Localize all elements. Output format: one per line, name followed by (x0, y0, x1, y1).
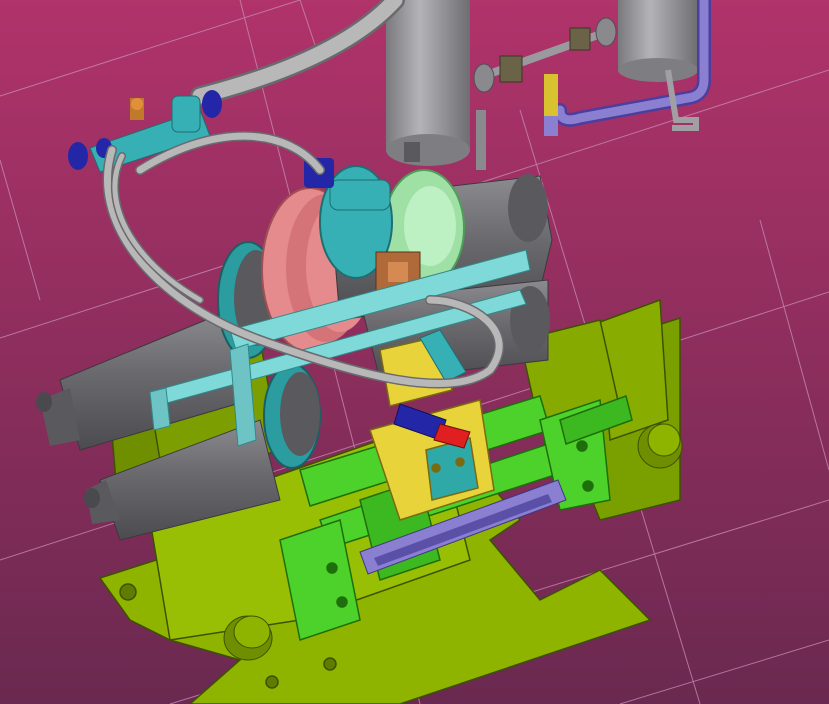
yellow-pipe[interactable] (544, 74, 558, 136)
knob-right[interactable] (637, 423, 683, 469)
vertical-tank-center[interactable] (386, 0, 470, 166)
cad-model-scene[interactable] (0, 0, 829, 704)
knob-front-left[interactable] (223, 615, 273, 661)
cad-3d-viewport[interactable] (0, 0, 829, 704)
teal-ring-lower (263, 363, 321, 469)
vertical-tank-right[interactable] (618, 0, 698, 82)
